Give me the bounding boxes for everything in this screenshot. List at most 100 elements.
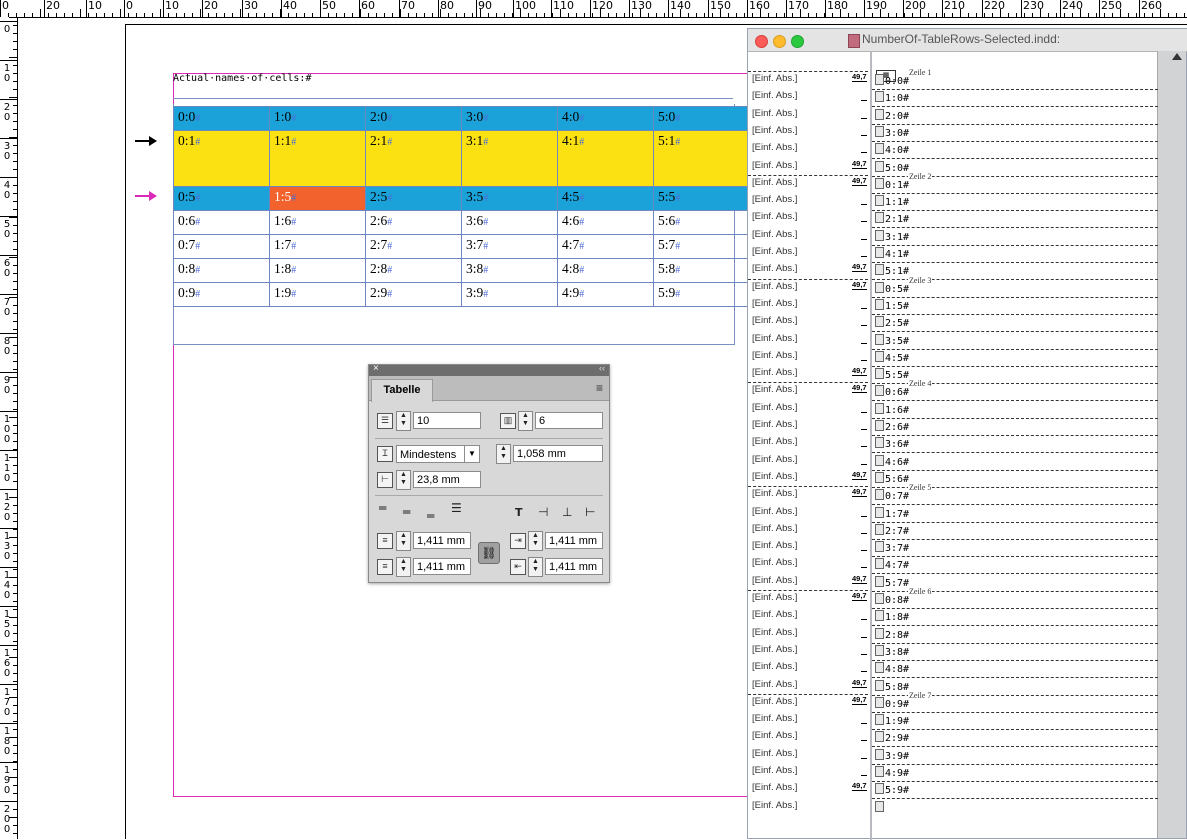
table-cell[interactable]: 1:1# — [269, 130, 366, 187]
table-cell[interactable]: 5:1# — [653, 130, 750, 187]
paragraph-style-label[interactable]: [Einf. Abs.] — [752, 333, 797, 344]
paragraph-style-label[interactable]: [Einf. Abs.] — [752, 696, 797, 707]
zoom-window-icon[interactable] — [791, 35, 804, 48]
link-insets-button[interactable]: ⛓ — [478, 542, 500, 564]
table-cell[interactable]: 5:0# — [653, 106, 750, 131]
paragraph-style-label[interactable]: [Einf. Abs.] — [752, 748, 797, 759]
paragraph-style-label[interactable]: [Einf. Abs.] — [752, 402, 797, 413]
rows-field[interactable]: 10 — [413, 412, 481, 429]
table-cell[interactable]: 3:9# — [461, 282, 558, 307]
paragraph-style-label[interactable]: [Einf. Abs.] — [752, 679, 797, 690]
close-icon[interactable]: × — [373, 363, 379, 374]
minimize-window-icon[interactable] — [773, 35, 786, 48]
paragraph-style-label[interactable]: [Einf. Abs.] — [752, 592, 797, 603]
story-editor-window[interactable]: NumberOf-TableRows-Selected.indd: ▦ [Ein… — [747, 28, 1187, 840]
paragraph-style-label[interactable]: [Einf. Abs.] — [752, 194, 797, 205]
story-cell-text[interactable]: 3:0# — [875, 125, 909, 139]
paragraph-style-label[interactable]: [Einf. Abs.] — [752, 575, 797, 586]
row-height-field[interactable]: 1,058 mm — [513, 445, 603, 462]
collapse-icon[interactable]: ‹‹ — [599, 363, 605, 373]
table-cell[interactable]: 1:8# — [269, 258, 366, 283]
paragraph-style-label[interactable]: [Einf. Abs.] — [752, 782, 797, 793]
story-cell-text[interactable]: 1:0# — [875, 91, 909, 104]
paragraph-style-label[interactable]: [Einf. Abs.] — [752, 263, 797, 274]
left-inset-stepper[interactable]: ▲ ▼ — [528, 531, 543, 551]
table-cell[interactable]: 5:6# — [653, 210, 750, 235]
rotate-270-icon[interactable]: ⊢ — [585, 505, 595, 519]
story-cell-text[interactable]: 5:6# — [875, 471, 909, 485]
story-cell-text[interactable]: 0:7# — [875, 489, 909, 502]
table-cell[interactable]: 0:8# — [173, 258, 270, 283]
story-cell-text[interactable]: 1:8# — [875, 610, 909, 623]
table-cell[interactable]: 3:8# — [461, 258, 558, 283]
document-table[interactable]: 0:0# 1:0# 2:0# 3:0# 4:0# 5:0# 0:1# 1:1# 2:1# 3:1#… — [173, 106, 750, 307]
table-row[interactable]: 0:1# 1:1# 2:1# 3:1# 4:1# 5:1# — [173, 130, 750, 187]
panel-menu-icon[interactable]: ≡ — [596, 381, 603, 395]
table-cell[interactable]: 1:5# — [269, 186, 366, 211]
columns-stepper[interactable]: ▲ ▼ — [518, 411, 533, 431]
left-inset-field[interactable]: 1,411 mm — [545, 532, 603, 549]
paragraph-style-label[interactable]: [Einf. Abs.] — [752, 523, 797, 534]
paragraph-style-label[interactable]: [Einf. Abs.] — [752, 160, 797, 171]
panel-titlebar[interactable]: × ‹‹ — [369, 363, 609, 376]
top-inset-stepper[interactable]: ▲ ▼ — [396, 531, 411, 551]
table-cell[interactable]: 0:5# — [173, 186, 270, 211]
table-row[interactable]: 0:6# 1:6# 2:6# 3:6# 4:6# 5:6# — [173, 210, 750, 235]
story-cell-text[interactable]: 4:9# — [875, 766, 909, 779]
close-window-icon[interactable] — [755, 35, 768, 48]
story-cell-text[interactable]: 1:7# — [875, 506, 909, 520]
rotate-180-icon[interactable]: ⊥ — [562, 505, 572, 519]
paragraph-style-label[interactable]: [Einf. Abs.] — [752, 644, 797, 655]
story-cell-text[interactable]: 3:1# — [875, 229, 909, 243]
frame-header-text[interactable]: Actual·names·of·cells:# — [173, 73, 311, 84]
table-cell[interactable]: 4:9# — [557, 282, 654, 307]
story-cell-text[interactable]: 2:9# — [875, 731, 909, 744]
story-cell-text[interactable]: 2:1# — [875, 212, 909, 225]
story-cell-text[interactable]: 4:5# — [875, 350, 909, 364]
bottom-inset-stepper[interactable]: ▲ ▼ — [396, 557, 411, 577]
tab-tabelle[interactable]: Tabelle — [371, 379, 433, 402]
story-cell-text[interactable]: 3:5# — [875, 333, 909, 347]
table-cell[interactable]: 4:1# — [557, 130, 654, 187]
story-cell-text[interactable]: 4:6# — [875, 454, 909, 468]
paragraph-style-label[interactable]: [Einf. Abs.] — [752, 540, 797, 551]
align-bottom-icon[interactable]: ═ — [427, 509, 434, 523]
table-cell[interactable]: 2:8# — [365, 258, 462, 283]
row-height-stepper[interactable]: ▲ ▼ — [496, 444, 511, 464]
paragraph-style-label[interactable]: [Einf. Abs.] — [752, 73, 797, 84]
paragraph-style-label[interactable]: [Einf. Abs.] — [752, 471, 797, 482]
paragraph-style-label[interactable]: [Einf. Abs.] — [752, 609, 797, 620]
story-cell-text[interactable]: 2:6# — [875, 420, 909, 433]
columns-field[interactable]: 6 — [535, 412, 603, 429]
paragraph-style-label[interactable]: [Einf. Abs.] — [752, 557, 797, 568]
story-cell-text[interactable]: 1:1# — [875, 195, 909, 208]
table-cell[interactable]: 3:0# — [461, 106, 558, 131]
paragraph-style-label[interactable]: [Einf. Abs.] — [752, 436, 797, 447]
table-row[interactable]: 0:0# 1:0# 2:0# 3:0# 4:0# 5:0# — [173, 106, 750, 131]
story-cell-text[interactable]: 0:9# — [875, 696, 909, 710]
story-cell-text[interactable]: 2:5# — [875, 316, 909, 329]
story-cell-text[interactable]: 0:6# — [875, 385, 909, 398]
paragraph-style-label[interactable]: [Einf. Abs.] — [752, 454, 797, 465]
story-cell-text[interactable]: 5:9# — [875, 783, 909, 796]
story-cell-text[interactable]: 0:5# — [875, 281, 909, 295]
table-cell[interactable]: 0:6# — [173, 210, 270, 235]
story-cell-text[interactable]: 5:7# — [875, 575, 909, 589]
vertical-ruler[interactable]: 0102030405060708090100110120130140150160… — [0, 17, 18, 839]
scroll-up-icon[interactable] — [1172, 53, 1182, 60]
story-cell-text[interactable]: 4:7# — [875, 558, 909, 571]
table-cell[interactable]: 2:0# — [365, 106, 462, 131]
table-row[interactable]: 0:8# 1:8# 2:8# 3:8# 4:8# 5:8# — [173, 258, 750, 283]
paragraph-style-label[interactable]: [Einf. Abs.] — [752, 661, 797, 672]
story-cell-text[interactable]: 5:5# — [875, 368, 909, 381]
story-cell-text[interactable]: 1:5# — [875, 298, 909, 312]
table-cell[interactable]: 0:0# — [173, 106, 270, 131]
table-cell[interactable]: 4:8# — [557, 258, 654, 283]
table-cell[interactable]: 2:7# — [365, 234, 462, 259]
table-cell[interactable]: 3:6# — [461, 210, 558, 235]
paragraph-style-label[interactable]: [Einf. Abs.] — [752, 730, 797, 741]
table-cell[interactable]: 5:7# — [653, 234, 750, 259]
right-inset-field[interactable]: 1,411 mm — [545, 558, 603, 575]
paragraph-style-label[interactable]: [Einf. Abs.] — [752, 229, 797, 240]
table-row[interactable]: 0:7# 1:7# 2:7# 3:7# 4:7# 5:7# — [173, 234, 750, 259]
